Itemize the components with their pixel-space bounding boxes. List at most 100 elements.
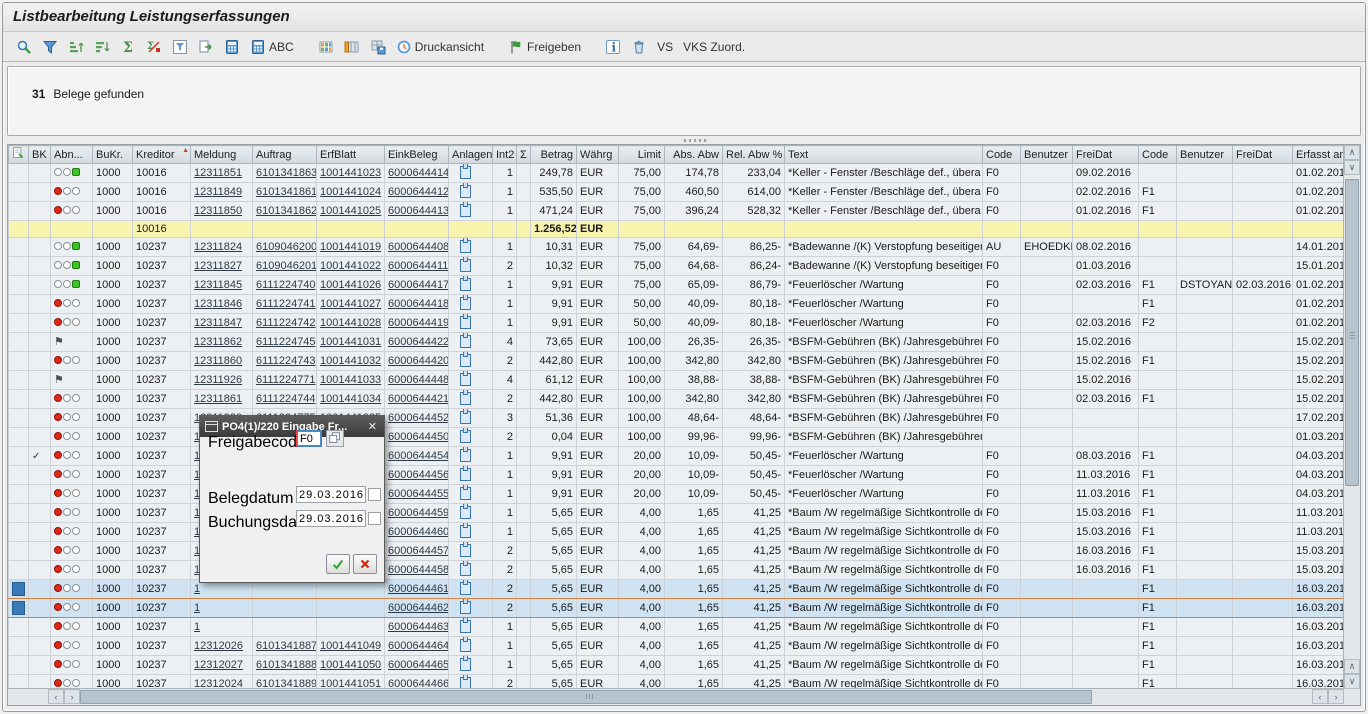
attachment-icon[interactable] xyxy=(460,354,471,367)
column-header-Benutzer[interactable]: Benutzer xyxy=(1177,146,1233,164)
einkbeleg-link[interactable]: 6000644417 xyxy=(388,279,449,291)
toolbar-vks-zuord-button[interactable]: VKS Zuord. xyxy=(680,38,748,56)
toolbar-info-button[interactable]: i xyxy=(602,37,624,57)
toolbar-subtotals-button[interactable]: Σ xyxy=(143,37,165,57)
table-row[interactable]: 1000102371231182461090462001001441019600… xyxy=(9,238,1347,257)
freigabecode-input[interactable] xyxy=(296,430,322,447)
attachment-icon[interactable] xyxy=(460,449,471,462)
einkbeleg-link[interactable]: 6000644455 xyxy=(388,488,449,500)
row-select-cell[interactable] xyxy=(9,428,29,447)
meldung-link[interactable]: 12311849 xyxy=(194,186,242,198)
anlagen-cell[interactable] xyxy=(449,599,493,618)
auftrag-link[interactable]: 6109046200 xyxy=(256,241,317,253)
anlagen-cell[interactable] xyxy=(449,390,493,409)
anlagen-cell[interactable] xyxy=(449,485,493,504)
attachment-icon[interactable] xyxy=(460,259,471,272)
row-select-cell[interactable] xyxy=(9,485,29,504)
column-header-Code[interactable]: Code xyxy=(983,146,1021,164)
toolbar-print-preview-button[interactable]: Druckansicht xyxy=(393,37,487,57)
column-header-Int2[interactable]: Int2 xyxy=(493,146,517,164)
column-header-ErfBlatt[interactable]: ErfBlatt xyxy=(317,146,385,164)
column-header-Meldung[interactable]: Meldung xyxy=(191,146,253,164)
row-select-cell[interactable] xyxy=(9,580,29,599)
erfblatt-link[interactable]: 1001441022 xyxy=(320,260,381,272)
einkbeleg-link[interactable]: 6000644463 xyxy=(388,621,449,633)
meldung-link[interactable]: 12311845 xyxy=(194,279,242,291)
attachment-icon[interactable] xyxy=(460,563,471,576)
anlagen-cell[interactable] xyxy=(449,561,493,580)
auftrag-link[interactable]: 6111224740 xyxy=(256,279,316,291)
anlagen-cell[interactable] xyxy=(449,183,493,202)
scroll-left-button[interactable]: ‹ xyxy=(48,689,64,704)
toolbar-calculator-button[interactable] xyxy=(221,37,243,57)
einkbeleg-link[interactable]: 6000644411 xyxy=(388,260,448,272)
meldung-link[interactable]: 12312027 xyxy=(194,659,243,671)
attachment-icon[interactable] xyxy=(460,373,471,386)
column-header-FreiDat[interactable]: FreiDat xyxy=(1073,146,1139,164)
toolbar-detail-button[interactable] xyxy=(13,37,35,57)
column-header-BuKr.[interactable]: BuKr. xyxy=(93,146,133,164)
vertical-scrollbar[interactable]: ∧ ∨ ∧ ∨ xyxy=(1343,145,1360,689)
erfblatt-link[interactable]: 1001441028 xyxy=(320,317,381,329)
erfblatt-link[interactable]: 1001441019 xyxy=(320,241,381,253)
column-header-Text[interactable]: Text xyxy=(785,146,983,164)
attachment-icon[interactable] xyxy=(460,240,471,253)
dialog-ok-button[interactable] xyxy=(326,554,350,574)
column-header-Rel. Abw %[interactable]: Rel. Abw % xyxy=(723,146,785,164)
row-select-cell[interactable] xyxy=(9,656,29,675)
column-header-Erfasst am[interactable]: Erfasst am xyxy=(1293,146,1347,164)
auftrag-link[interactable]: 6109046201 xyxy=(256,260,317,272)
auftrag-link[interactable]: 6101341861 xyxy=(256,186,317,198)
einkbeleg-link[interactable]: 6000644414 xyxy=(388,167,449,179)
toolbar-filter-inside-button[interactable] xyxy=(169,37,191,57)
table-row[interactable]: ⚑100010237123118626111224745100144103160… xyxy=(9,333,1347,352)
dialog-close-icon[interactable]: ✕ xyxy=(366,420,379,433)
meldung-link[interactable]: 12311846 xyxy=(194,298,242,310)
dialog-cancel-button[interactable] xyxy=(353,554,377,574)
table-row[interactable]: 1000102371231184561112247401001441026600… xyxy=(9,276,1347,295)
toolbar-delete-button[interactable] xyxy=(628,37,650,57)
auftrag-link[interactable]: 6111224745 xyxy=(256,336,316,348)
attachment-icon[interactable] xyxy=(460,297,471,310)
auftrag-link[interactable]: 6111224771 xyxy=(256,374,316,386)
auftrag-link[interactable]: 6101341862 xyxy=(256,205,317,217)
row-select-cell[interactable] xyxy=(9,466,29,485)
auftrag-link[interactable]: 6101341888 xyxy=(256,659,317,671)
column-header-Code[interactable]: Code xyxy=(1139,146,1177,164)
attachment-icon[interactable] xyxy=(460,544,471,557)
table-row[interactable]: 1000102371600064446225,65EUR4,001,6541,2… xyxy=(9,599,1347,618)
attachment-icon[interactable] xyxy=(460,278,471,291)
belegdatum-input[interactable] xyxy=(296,486,366,503)
meldung-link[interactable]: 1 xyxy=(194,621,200,633)
scroll-left-button-right[interactable]: ‹ xyxy=(1312,689,1328,704)
attachment-icon[interactable] xyxy=(460,582,471,595)
erfblatt-link[interactable]: 1001441026 xyxy=(320,279,381,291)
row-select-cell[interactable] xyxy=(9,221,29,238)
einkbeleg-link[interactable]: 6000644419 xyxy=(388,317,449,329)
table-row[interactable]: 1000102371231186161112247441001441034600… xyxy=(9,390,1347,409)
meldung-link[interactable]: 12311847 xyxy=(194,317,242,329)
scroll-up-button[interactable]: ∧ xyxy=(1344,145,1360,160)
table-row[interactable]: ⚑100010237123119266111224771100144103360… xyxy=(9,371,1347,390)
table-row[interactable]: 1000102371231186061112247431001441032600… xyxy=(9,352,1347,371)
meldung-link[interactable]: 12311862 xyxy=(194,336,242,348)
attachment-icon[interactable] xyxy=(460,525,471,538)
meldung-link[interactable]: 12311827 xyxy=(194,260,242,272)
attachment-icon[interactable] xyxy=(460,487,471,500)
einkbeleg-link[interactable]: 6000644448 xyxy=(388,374,449,386)
attachment-icon[interactable] xyxy=(460,335,471,348)
column-header-EinkBeleg[interactable]: EinkBeleg xyxy=(385,146,449,164)
scroll-down-button[interactable]: ∨ xyxy=(1344,160,1360,175)
row-select-cell[interactable] xyxy=(9,164,29,183)
toolbar-sort-ascending-button[interactable] xyxy=(65,37,87,57)
splitter[interactable] xyxy=(3,136,1365,144)
anlagen-cell[interactable] xyxy=(449,333,493,352)
erfblatt-link[interactable]: 1001441033 xyxy=(320,374,381,386)
erfblatt-link[interactable]: 1001441024 xyxy=(320,186,381,198)
row-select-cell[interactable] xyxy=(9,295,29,314)
column-header-Abn...[interactable]: Abn... xyxy=(51,146,93,164)
column-header-Währg[interactable]: Währg xyxy=(577,146,619,164)
meldung-link[interactable]: 12311824 xyxy=(194,241,242,253)
row-select-cell[interactable] xyxy=(9,202,29,221)
meldung-link[interactable]: 12311850 xyxy=(194,205,242,217)
